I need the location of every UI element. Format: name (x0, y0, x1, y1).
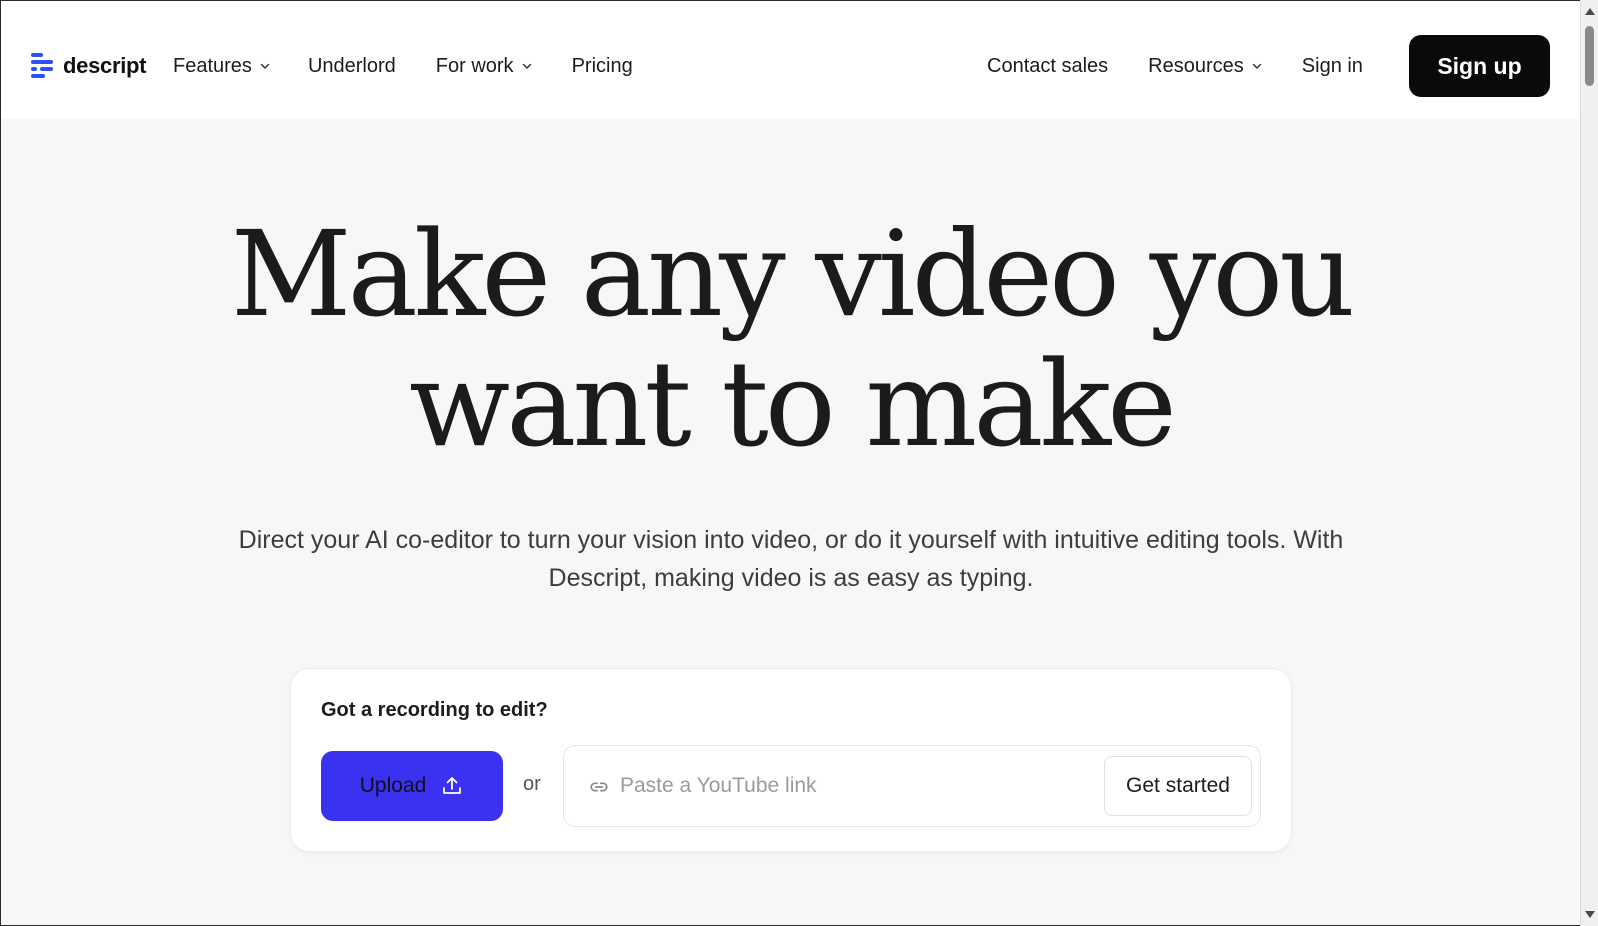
resources-label: Resources (1148, 54, 1244, 77)
sign-in-label: Sign in (1301, 54, 1363, 77)
vertical-scrollbar[interactable] (1580, 0, 1598, 926)
sign-up-button[interactable]: Sign up (1409, 35, 1550, 97)
youtube-link-field: Get started (563, 745, 1261, 827)
hero-title-line1: Make any video you (230, 205, 1356, 343)
scroll-down-arrow-icon[interactable] (1585, 911, 1595, 918)
chevron-down-icon (1252, 63, 1262, 70)
descript-logo[interactable]: descript (31, 53, 146, 79)
hero-title: Make any video you want to make (1, 209, 1580, 469)
upload-card: Got a recording to edit? Upload or Get s… (291, 669, 1291, 851)
chevron-down-icon (260, 63, 270, 70)
nav-for-work-label: For work (435, 54, 514, 77)
nav-resources[interactable]: Resources (1148, 51, 1262, 81)
nav-sign-in[interactable]: Sign in (1302, 51, 1363, 81)
upload-button-label: Upload (359, 774, 427, 797)
site-header: descript Features Underlord For work Pri… (1, 1, 1580, 119)
hero-subtitle-line2: Descript, making video is as easy as typ… (548, 564, 1034, 592)
nav-pricing-label: Pricing (571, 54, 633, 77)
upload-arrow-icon (443, 777, 462, 794)
hero-subtitle: Direct your AI co-editor to turn your vi… (201, 521, 1381, 597)
upload-card-title: Got a recording to edit? (321, 699, 548, 721)
secondary-nav: Contact sales Resources Sign in (987, 51, 1363, 81)
browser-viewport: descript Features Underlord For work Pri… (0, 0, 1580, 926)
descript-logo-icon (31, 53, 55, 79)
nav-for-work[interactable]: For work (436, 51, 532, 81)
primary-nav: Features Underlord For work Pricing (173, 51, 633, 81)
logo-text: descript (63, 53, 147, 78)
nav-features[interactable]: Features (173, 51, 270, 81)
hero-title-line2: want to make (409, 335, 1177, 473)
youtube-link-input[interactable] (620, 766, 1080, 806)
nav-features-label: Features (173, 54, 252, 77)
nav-pricing[interactable]: Pricing (572, 51, 633, 81)
scroll-thumb[interactable] (1585, 26, 1594, 86)
or-separator: or (523, 773, 541, 795)
link-chain-icon (590, 782, 608, 792)
upload-button[interactable]: Upload (321, 751, 503, 821)
get-started-button[interactable]: Get started (1104, 756, 1252, 816)
chevron-down-icon (522, 63, 531, 70)
scroll-up-arrow-icon[interactable] (1585, 8, 1595, 15)
hero-subtitle-line1: Direct your AI co-editor to turn your vi… (238, 526, 1344, 554)
nav-contact-sales[interactable]: Contact sales (987, 51, 1108, 81)
nav-underlord[interactable]: Underlord (308, 51, 396, 81)
nav-underlord-label: Underlord (307, 54, 396, 77)
contact-sales-label: Contact sales (987, 54, 1109, 77)
